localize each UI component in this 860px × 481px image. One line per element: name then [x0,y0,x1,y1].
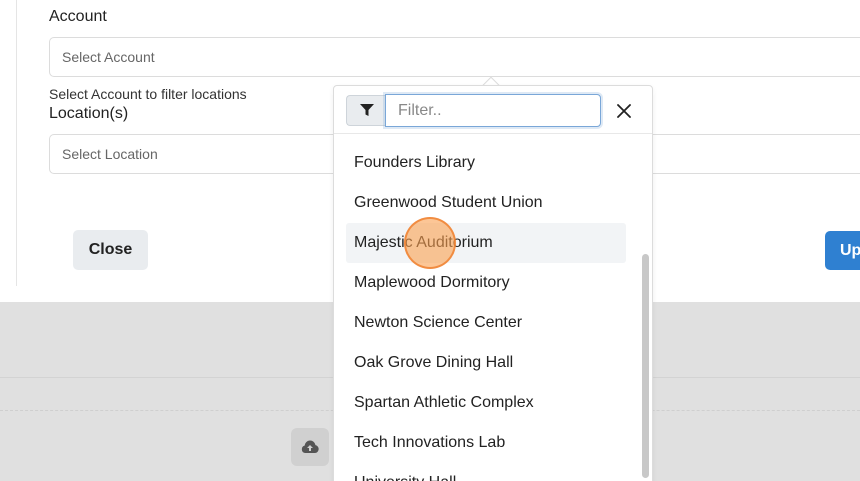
location-label: Location(s) [49,105,129,122]
dropdown-option[interactable]: Spartan Athletic Complex [346,383,626,423]
cloud-upload-icon [301,440,319,453]
filter-addon [346,95,386,126]
account-select[interactable]: Select Account [49,37,860,77]
dropdown-option[interactable]: Newton Science Center [346,303,626,343]
filter-icon [359,104,374,116]
dropdown-option-hovered[interactable]: Majestic Auditorium [346,223,626,263]
update-button[interactable]: Up [825,231,860,270]
modal-left-border [16,0,17,286]
location-dropdown: Founders Library Greenwood Student Union… [333,85,653,481]
filter-input[interactable] [385,94,601,127]
dropdown-option[interactable]: Founders Library [346,143,626,183]
scrollbar-thumb[interactable] [642,254,649,478]
account-label: Account [49,8,107,25]
close-icon [617,104,631,118]
account-hint: Select Account to filter locations [49,86,247,102]
dropdown-option[interactable]: Greenwood Student Union [346,183,626,223]
dropdown-option[interactable]: Maplewood Dormitory [346,263,626,303]
dropdown-list: Founders Library Greenwood Student Union… [346,143,626,481]
dropdown-option[interactable]: Oak Grove Dining Hall [346,343,626,383]
upload-button[interactable] [291,428,329,466]
dropdown-scrollbar[interactable] [638,136,650,481]
dropdown-option[interactable]: Tech Innovations Lab [346,423,626,463]
dropdown-close-button[interactable] [614,101,634,121]
dropdown-header [334,86,652,134]
dropdown-option[interactable]: University Hall [346,463,626,481]
click-indicator [404,217,456,269]
close-button[interactable]: Close [73,230,148,270]
